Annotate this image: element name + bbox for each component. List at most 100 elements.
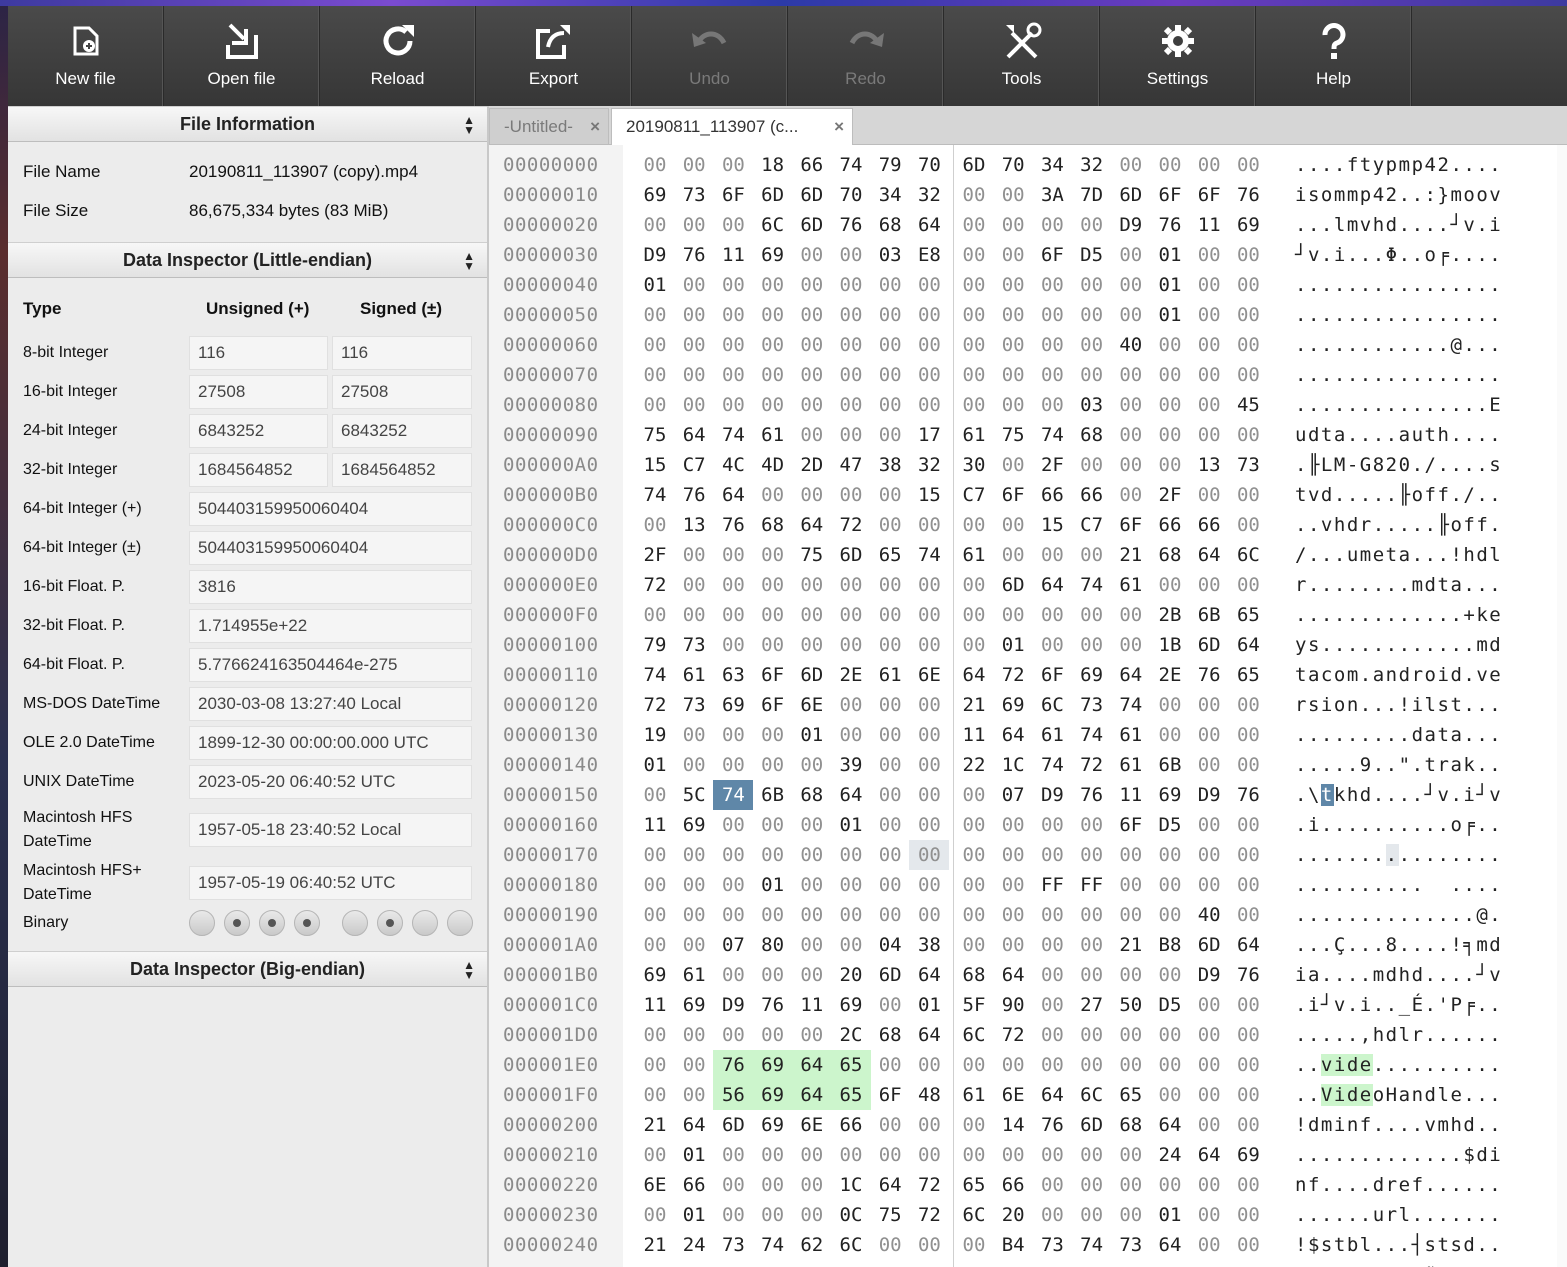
hex-byte[interactable]: 00 xyxy=(870,690,910,720)
hex-byte[interactable]: 01 xyxy=(1150,1200,1190,1230)
hex-byte[interactable]: 6B xyxy=(753,780,793,810)
hex-byte[interactable]: 11 xyxy=(1111,780,1151,810)
hex-byte[interactable]: 73 xyxy=(674,690,714,720)
hex-byte[interactable]: 00 xyxy=(954,600,994,630)
ascii-text[interactable]: isommp42..:}moov xyxy=(1295,180,1502,210)
hex-byte[interactable]: 64 xyxy=(674,420,714,450)
hex-byte[interactable]: C7 xyxy=(1072,510,1112,540)
hex-byte[interactable]: 00 xyxy=(870,270,910,300)
hex-byte[interactable]: 00 xyxy=(954,870,994,900)
hex-byte[interactable]: 64 xyxy=(909,1020,949,1050)
hex-byte[interactable]: 00 xyxy=(993,180,1033,210)
ascii-text[interactable]: ................ xyxy=(1295,840,1502,870)
hex-byte[interactable]: 00 xyxy=(870,300,910,330)
hex-byte[interactable]: 6F xyxy=(870,1080,910,1110)
hex-byte[interactable]: 38 xyxy=(909,930,949,960)
hex-byte[interactable]: 00 xyxy=(792,810,832,840)
hex-byte[interactable]: 14 xyxy=(993,1110,1033,1140)
hex-byte[interactable]: 6F xyxy=(1111,510,1151,540)
hex-byte[interactable]: 6C xyxy=(1032,690,1072,720)
hex-byte[interactable]: 68 xyxy=(1072,420,1112,450)
hex-byte[interactable]: 00 xyxy=(674,570,714,600)
hex-byte[interactable]: 00 xyxy=(1032,390,1072,420)
hex-byte[interactable]: 61 xyxy=(1111,720,1151,750)
inspector-signed-field[interactable]: 27508 xyxy=(332,375,472,409)
hex-byte[interactable]: 00 xyxy=(870,840,910,870)
hex-byte[interactable]: 00 xyxy=(792,570,832,600)
hex-byte[interactable]: 00 xyxy=(713,720,753,750)
hex-byte[interactable]: 00 xyxy=(954,810,994,840)
ascii-text[interactable]: ..vide.......... xyxy=(1295,1050,1502,1080)
hex-byte[interactable]: 00 xyxy=(993,330,1033,360)
hex-byte[interactable]: 00 xyxy=(909,600,949,630)
hex-byte[interactable]: E8 xyxy=(909,240,949,270)
hex-byte[interactable]: 24 xyxy=(1150,1140,1190,1170)
hex-byte[interactable]: 6F xyxy=(1032,660,1072,690)
hex-byte[interactable]: 64 xyxy=(909,960,949,990)
hex-byte[interactable]: 00 xyxy=(1150,1080,1190,1110)
hex-byte[interactable]: 6D xyxy=(792,210,832,240)
hex-byte[interactable]: 61 xyxy=(674,960,714,990)
ascii-text[interactable]: ia....mdhd....┘v xyxy=(1295,960,1502,990)
hex-byte[interactable]: 01 xyxy=(831,810,871,840)
hex-byte[interactable]: 01 xyxy=(635,270,675,300)
hex-byte[interactable]: 00 xyxy=(713,390,753,420)
hex-byte[interactable]: 00 xyxy=(993,390,1033,420)
hex-byte[interactable]: 76 xyxy=(713,1050,754,1080)
hex-byte[interactable]: 00 xyxy=(1111,840,1151,870)
hex-byte[interactable]: 76 xyxy=(1228,960,1268,990)
hex-byte[interactable]: 00 xyxy=(674,1080,714,1110)
hex-byte[interactable]: 00 xyxy=(792,600,832,630)
hex-byte[interactable]: 00 xyxy=(870,990,910,1020)
hex-byte[interactable]: 00 xyxy=(909,1050,949,1080)
hex-byte[interactable]: 07 xyxy=(993,780,1033,810)
hex-byte[interactable]: 00 xyxy=(831,270,871,300)
hex-byte[interactable]: 00 xyxy=(1150,870,1190,900)
hex-byte[interactable]: 00 xyxy=(909,330,949,360)
ascii-text[interactable]: .i┘v.i.._É.'P╒.. xyxy=(1295,990,1502,1020)
hex-byte[interactable]: 01 xyxy=(635,750,675,780)
hex-byte[interactable]: 00 xyxy=(1111,630,1151,660)
hex-byte[interactable]: 61 xyxy=(1032,720,1072,750)
hex-byte[interactable]: 01 xyxy=(753,870,793,900)
hex-byte[interactable]: 00 xyxy=(1189,480,1229,510)
hex-byte[interactable]: 74 xyxy=(753,1230,793,1260)
hex-byte[interactable]: 00 xyxy=(993,300,1033,330)
hex-byte[interactable]: 2E xyxy=(831,660,871,690)
hex-byte[interactable]: 00 xyxy=(674,330,714,360)
hex-byte[interactable]: 6C xyxy=(954,1200,994,1230)
hex-byte[interactable]: 00 xyxy=(1189,1200,1229,1230)
hex-byte[interactable]: 73 xyxy=(1072,690,1112,720)
hex-byte[interactable]: 00 xyxy=(1150,450,1190,480)
hex-byte[interactable]: 00 xyxy=(993,1050,1033,1080)
hex-byte[interactable]: 00 xyxy=(1150,330,1190,360)
hex-byte[interactable]: 00 xyxy=(831,570,871,600)
hex-byte[interactable]: 00 xyxy=(1189,150,1229,180)
hex-byte[interactable]: 00 xyxy=(674,210,714,240)
hex-byte[interactable]: D5 xyxy=(1072,240,1112,270)
hex-byte[interactable]: 00 xyxy=(954,840,994,870)
collapse-toggle-icon[interactable]: ▲ ▼ xyxy=(463,250,475,272)
hex-byte[interactable]: 00 xyxy=(870,1260,910,1267)
hex-byte[interactable]: 00 xyxy=(1228,900,1268,930)
hex-byte[interactable]: 00 xyxy=(635,1260,675,1267)
hex-byte[interactable]: 00 xyxy=(1189,390,1229,420)
hex-byte[interactable]: 72 xyxy=(635,690,675,720)
hex-byte[interactable]: 00 xyxy=(753,720,793,750)
hex-byte[interactable]: 6D xyxy=(1111,180,1151,210)
redo-button[interactable]: Redo xyxy=(788,6,944,106)
hex-byte[interactable]: 6D xyxy=(1072,1110,1112,1140)
tools-button[interactable]: Tools xyxy=(944,6,1100,106)
hex-byte[interactable]: 19 xyxy=(635,720,675,750)
file-tab[interactable]: 20190811_113907 (c... × xyxy=(611,108,853,145)
hex-byte[interactable]: 7D xyxy=(1072,180,1112,210)
hex-byte[interactable]: 00 xyxy=(753,1020,793,1050)
ascii-text[interactable]: .........data... xyxy=(1295,720,1502,750)
settings-button[interactable]: Settings xyxy=(1100,6,1256,106)
hex-byte[interactable]: 00 xyxy=(753,840,793,870)
hex-byte[interactable]: 2D xyxy=(792,450,832,480)
hex-byte[interactable]: 11 xyxy=(954,720,994,750)
hex-byte[interactable]: FF xyxy=(1072,870,1112,900)
hex-byte[interactable]: 00 xyxy=(1189,1080,1229,1110)
hex-byte[interactable]: 64 xyxy=(1150,1230,1190,1260)
